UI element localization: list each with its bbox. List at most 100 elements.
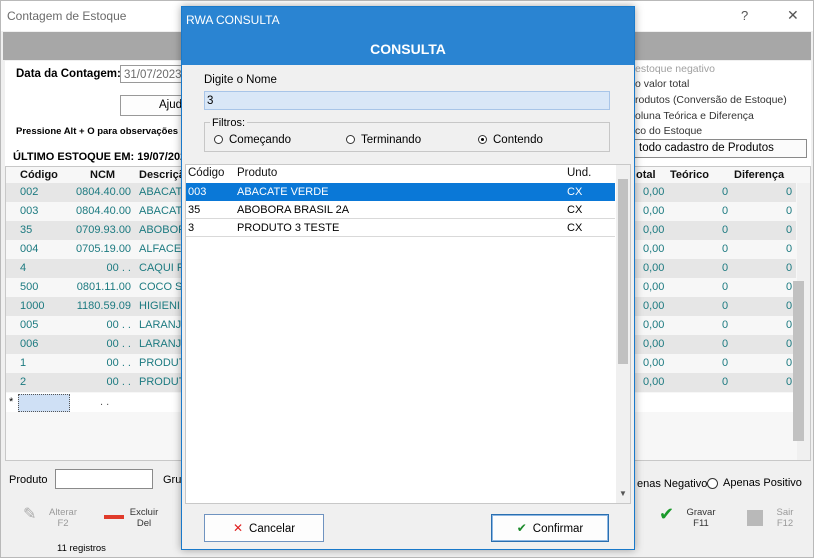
column-header-description[interactable]: Descriçã [139,167,185,183]
exit-shortcut: F12 [776,518,794,529]
row-difference: 0 [786,300,793,312]
scroll-down-icon[interactable]: ▼ [619,489,627,498]
row-theoretical: 0 [722,376,729,388]
filter-containing-radio[interactable]: Contendo [478,134,543,146]
result-code: 35 [188,204,201,216]
result-column-product[interactable]: Produto [237,167,277,179]
row-description: PRODUT [139,357,186,369]
confirm-button[interactable]: ✔ Confirmar [491,514,609,542]
result-column-unit[interactable]: Und. [567,167,591,179]
row-code: 4 [20,262,27,274]
row-description: CAQUI R [139,262,185,274]
row-difference: 0 [786,205,793,217]
row-theoretical: 0 [722,357,729,369]
column-header-code[interactable]: Código [20,167,58,183]
row-ncm: 00 . . [106,357,131,369]
row-total: 0,00 [643,224,665,236]
result-row[interactable]: 3 PRODUTO 3 TESTE CX [186,219,615,237]
help-big-button[interactable]: Ajud [120,95,182,116]
column-header-ncm[interactable]: NCM [90,167,115,183]
dialog-window-title: RWA CONSULTA [186,13,280,27]
column-header-difference[interactable]: Diferença [734,167,784,183]
dialog-heading: CONSULTA [370,41,446,57]
row-description: ABOBOR [139,224,187,236]
row-code: 1 [20,357,27,369]
grid-scrollbar-thumb[interactable] [793,281,804,441]
result-unit: CX [567,204,583,216]
filters-label: Filtros: [210,117,247,129]
row-total: 0,00 [643,338,665,350]
row-difference: 0 [786,186,793,198]
result-column-code[interactable]: Código [188,167,224,179]
option-negative-stock[interactable]: estoque negativo [635,63,715,75]
row-description: ALFACE [139,243,182,255]
search-label: Digite o Nome [204,74,277,86]
cancel-button[interactable]: ✕ Cancelar [204,514,324,542]
result-unit: CX [567,222,583,234]
row-code: 006 [20,338,39,350]
save-label: Gravar [686,507,716,518]
row-difference: 0 [786,338,793,350]
row-theoretical: 0 [722,338,729,350]
save-button[interactable]: ✔ Gravar F11 [657,504,723,529]
row-ncm: 0709.93.00 [76,224,132,236]
new-row-code-cell[interactable] [18,394,70,412]
option-stock[interactable]: co do Estoque [635,125,702,137]
row-description: HIGIENI [139,300,180,312]
row-theoretical: 0 [722,319,729,331]
product-filter-input[interactable] [55,469,153,489]
filter-starting-label: Começando [229,134,292,146]
option-stock-conversion[interactable]: rodutos (Conversão de Estoque) [635,94,787,106]
close-button[interactable]: ✕ [787,7,799,24]
edit-button[interactable]: ✎ Alterar F2 [19,507,85,530]
only-negative-label[interactable]: enas Negativo [637,478,707,490]
help-button[interactable]: ? [741,8,748,23]
check-icon: ✔ [659,504,675,524]
edit-shortcut: F2 [57,518,69,529]
only-positive-label[interactable]: Apenas Positivo [723,477,802,489]
save-shortcut: F11 [693,518,709,529]
row-ncm: 00 . . [106,376,131,388]
filter-starting-radio[interactable]: Começando [214,134,291,146]
close-icon: ✕ [232,521,244,535]
result-unit: CX [567,186,583,198]
row-code: 005 [20,319,39,331]
column-header-theoretical[interactable]: Teórico [670,167,709,183]
search-input[interactable] [204,91,610,110]
result-code: 3 [188,222,195,234]
row-theoretical: 0 [722,281,729,293]
row-ncm: 0804.40.00 [76,186,132,198]
option-total-value[interactable]: o valor total [635,78,689,90]
window-title: Contagem de Estoque [7,9,127,23]
radio-circle-icon [346,135,355,144]
exit-button[interactable]: Sair F12 [743,507,803,529]
edit-label: Alterar [49,507,77,518]
row-theoretical: 0 [722,262,729,274]
row-total: 0,00 [643,243,665,255]
date-input[interactable]: 31/07/2023 [120,65,182,83]
result-row[interactable]: 003 ABACATE VERDE CX [186,183,615,201]
row-total: 0,00 [643,262,665,274]
all-products-button[interactable]: todo cadastro de Produtos [634,139,807,158]
row-theoretical: 0 [722,300,729,312]
last-stock-label: ÚLTIMO ESTOQUE EM: 19/07/2023 [13,151,193,163]
row-ncm: 00 . . [106,338,131,350]
row-difference: 0 [786,243,793,255]
row-theoretical: 0 [722,186,729,198]
row-total: 0,00 [643,376,665,388]
delete-button[interactable]: Excluir Del [103,507,163,529]
minus-icon [104,515,124,519]
option-theoretical-column[interactable]: oluna Teórica e Diferença [635,110,754,122]
only-positive-radio[interactable] [707,478,718,489]
filter-ending-radio[interactable]: Terminando [346,134,421,146]
results-scrollbar-thumb[interactable] [618,179,628,364]
delete-label: Excluir [129,507,159,518]
hint-text: Pressione Alt + O para observações n [16,126,187,137]
result-row[interactable]: 35 ABOBORA BRASIL 2A CX [186,201,615,219]
row-total: 0,00 [643,300,665,312]
column-header-total[interactable]: otal [636,167,656,183]
results-grid[interactable]: Código Produto Und. 003 ABACATE VERDE CX 35… [185,164,631,504]
row-code: 003 [20,205,39,217]
cancel-label: Cancelar [249,523,296,535]
record-count: 11 registros [57,543,106,554]
